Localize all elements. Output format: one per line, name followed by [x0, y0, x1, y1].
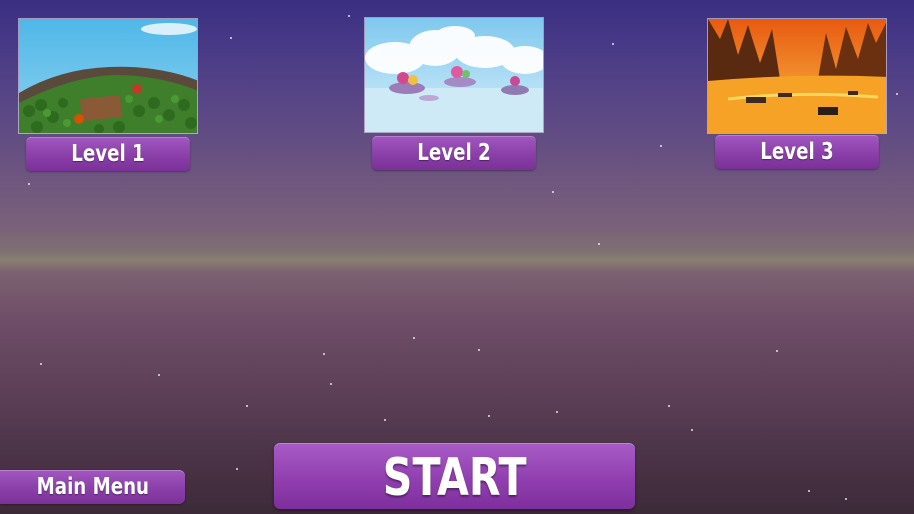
star — [28, 183, 30, 185]
star — [488, 415, 490, 417]
star — [384, 419, 386, 421]
main-menu-button[interactable]: Main Menu — [0, 470, 185, 504]
star — [668, 405, 670, 407]
level-2-button[interactable]: Level 2 — [372, 136, 536, 170]
star — [478, 349, 480, 351]
star — [691, 429, 693, 431]
star — [552, 191, 554, 193]
level-2-thumbnail[interactable] — [364, 17, 544, 133]
star — [246, 405, 248, 407]
level-card-2[interactable]: Level 2 — [361, 17, 547, 170]
star — [158, 374, 160, 376]
main-menu-label: Main Menu — [36, 474, 149, 500]
level-3-thumbnail[interactable] — [707, 18, 887, 134]
star — [230, 37, 232, 39]
star — [413, 337, 415, 339]
level-3-button[interactable]: Level 3 — [715, 135, 879, 169]
star — [348, 15, 350, 17]
star — [896, 93, 898, 95]
star — [598, 243, 600, 245]
level-1-thumbnail[interactable] — [18, 18, 198, 134]
star — [612, 43, 614, 45]
level-1-button[interactable]: Level 1 — [26, 137, 190, 171]
star — [556, 411, 558, 413]
start-label: START — [382, 448, 527, 508]
start-button[interactable]: START — [274, 443, 635, 509]
star — [236, 468, 238, 470]
star — [776, 350, 778, 352]
star — [845, 498, 847, 500]
level-card-1[interactable]: Level 1 — [15, 18, 201, 171]
star — [323, 353, 325, 355]
level-card-3[interactable]: Level 3 — [704, 18, 890, 170]
star — [808, 490, 810, 492]
star — [330, 383, 332, 385]
star — [660, 145, 662, 147]
star — [40, 363, 42, 365]
